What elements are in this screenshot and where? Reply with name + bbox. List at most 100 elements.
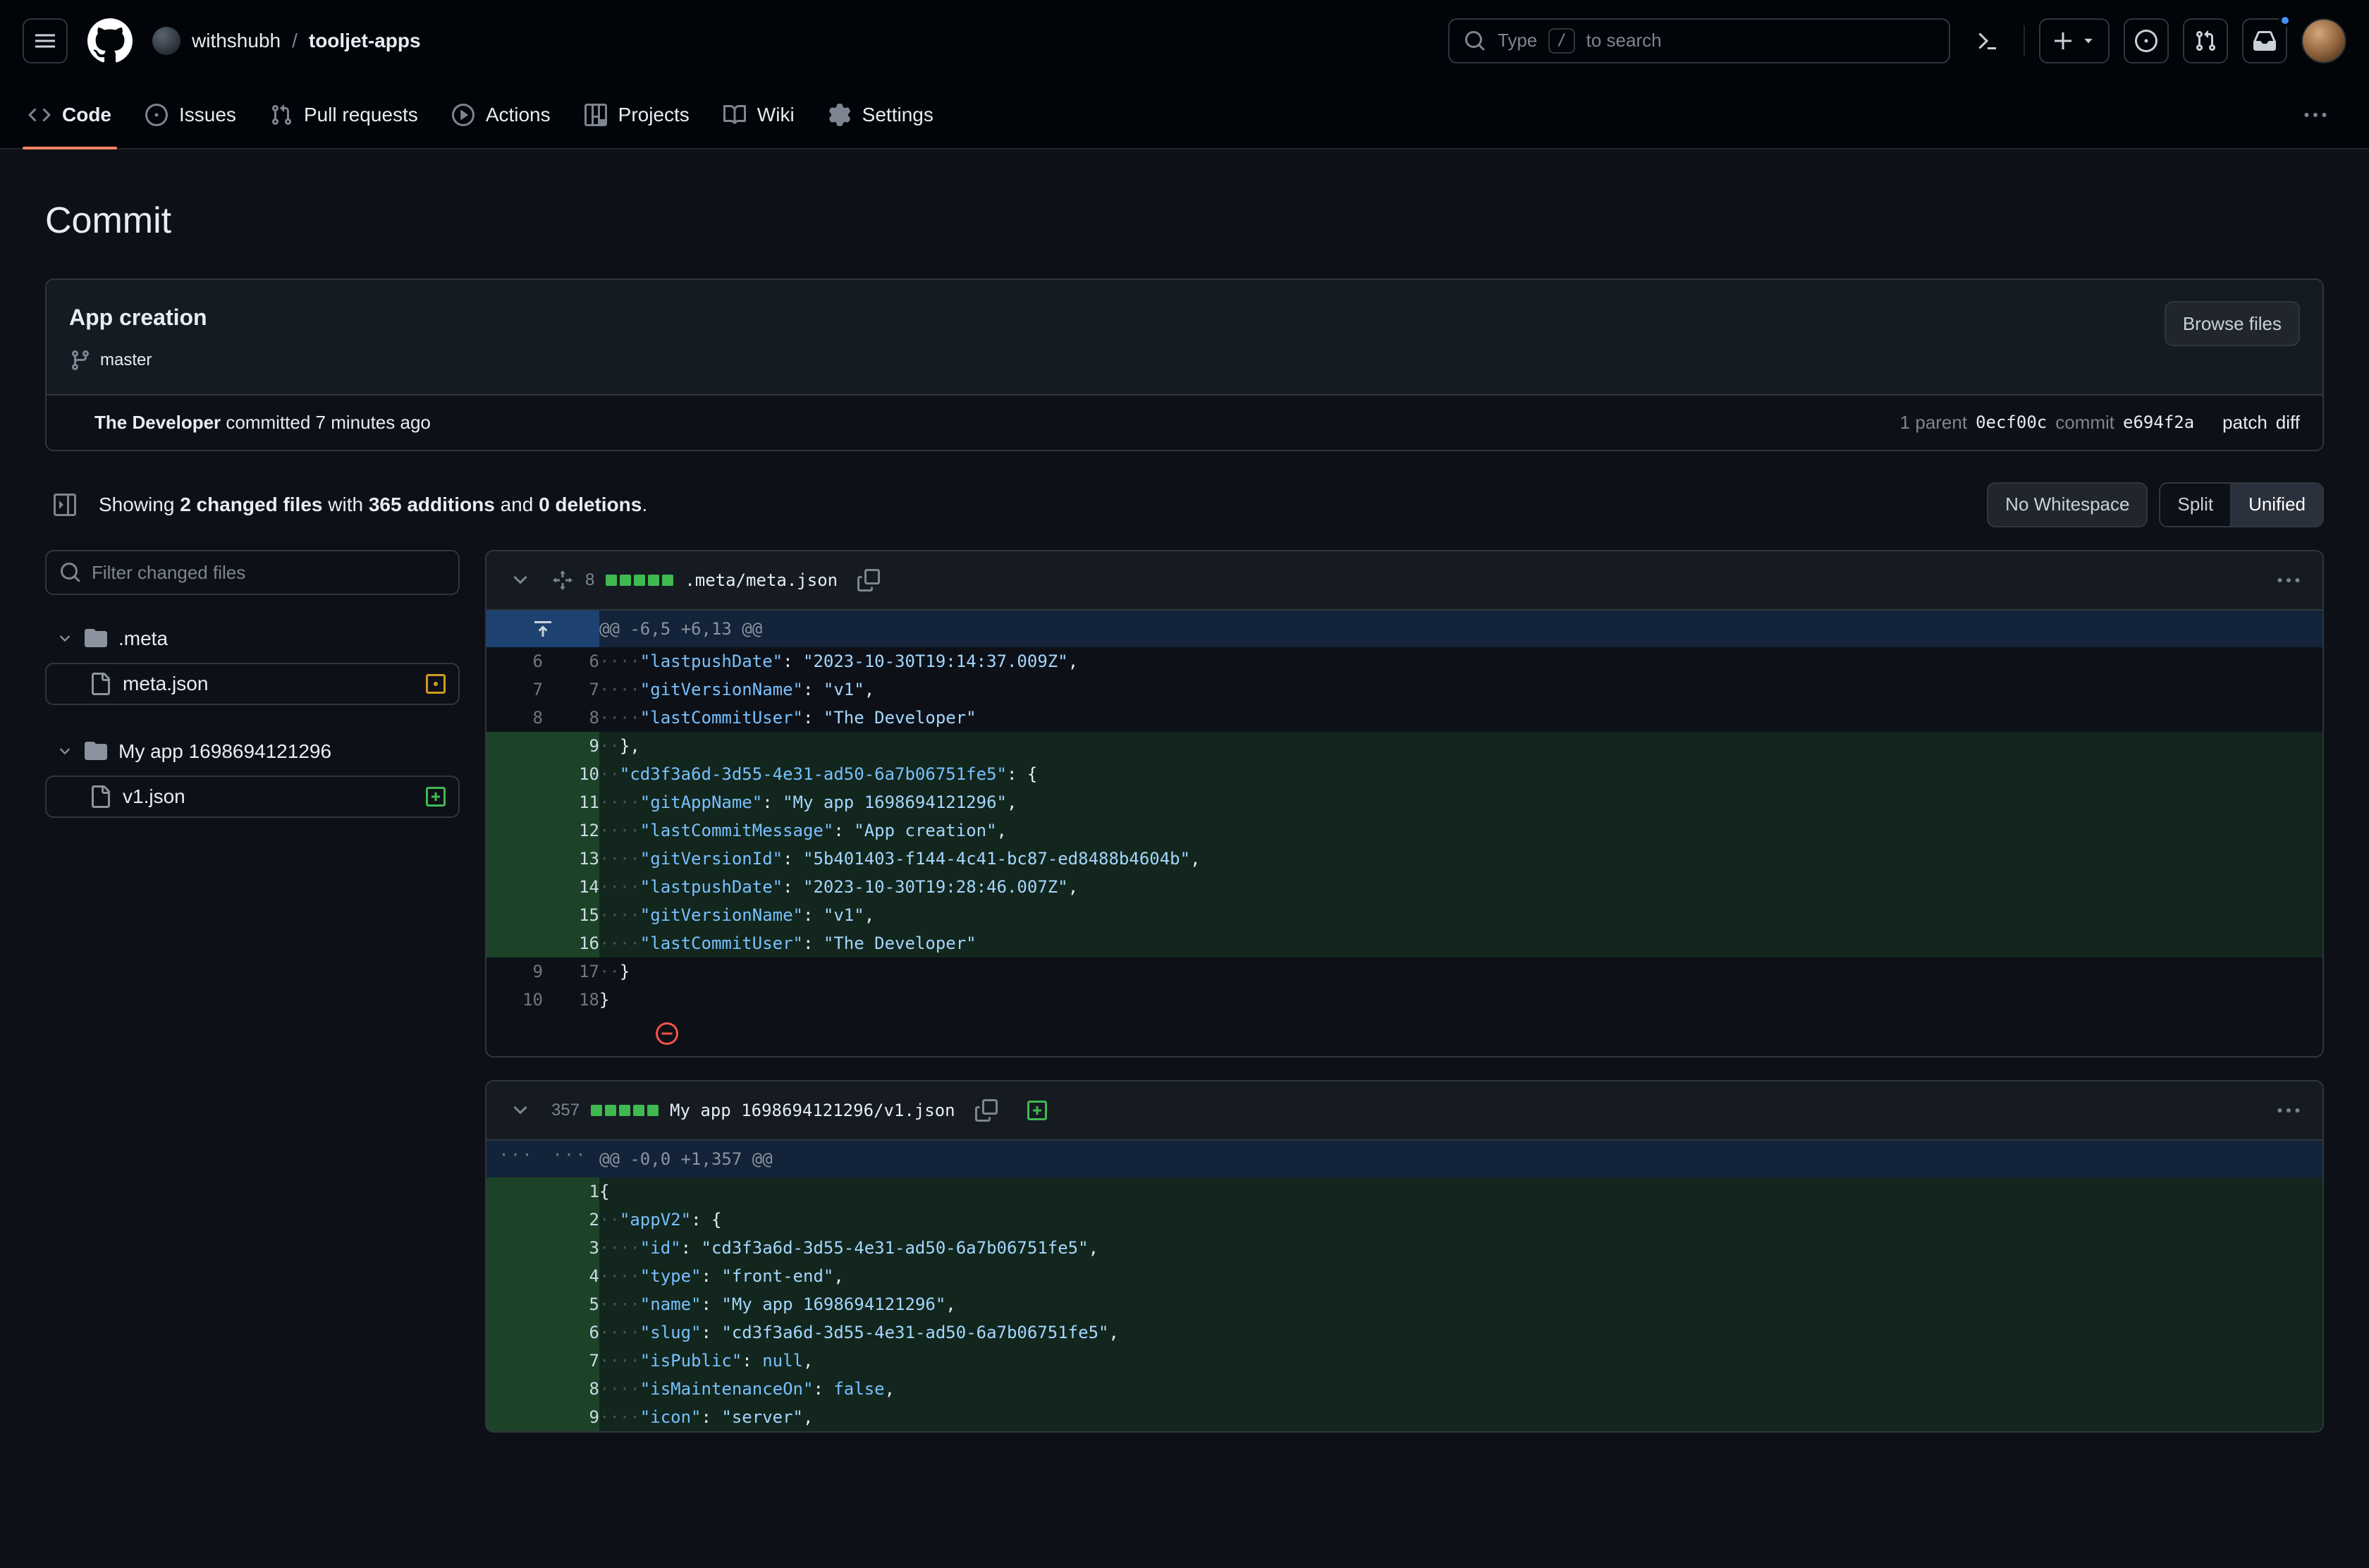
tree-file[interactable]: meta.json — [45, 663, 460, 705]
file-options-button[interactable] — [2269, 561, 2308, 600]
new-line-number[interactable]: 5 — [543, 1290, 599, 1318]
parent-sha-link[interactable]: 0ecf00c — [1976, 410, 2047, 435]
nav-overflow-button[interactable] — [2296, 95, 2335, 135]
old-line-number[interactable] — [486, 1206, 543, 1234]
old-line-number[interactable] — [486, 1375, 543, 1403]
old-line-number[interactable] — [486, 929, 543, 957]
patch-link[interactable]: patch — [2222, 410, 2267, 436]
old-line-number[interactable] — [486, 1403, 543, 1431]
filter-files-input[interactable] — [45, 550, 460, 595]
line-content: ····"slug": "cd3f3a6d-3d55-4e31-ad50-6a7… — [599, 1318, 2322, 1347]
expand-hunk-button[interactable] — [486, 611, 599, 647]
diff-link[interactable]: diff — [2276, 410, 2300, 436]
tab-projects[interactable]: Projects — [568, 82, 706, 148]
new-line-number[interactable]: 10 — [543, 760, 599, 788]
breadcrumb-owner[interactable]: withshubh — [192, 27, 281, 56]
expand-all-button[interactable] — [1017, 1091, 1057, 1130]
new-line-number[interactable]: 3 — [543, 1234, 599, 1262]
hamburger-button[interactable] — [23, 18, 68, 63]
tab-settings[interactable]: Settings — [812, 82, 950, 148]
old-line-number[interactable]: 7 — [486, 675, 543, 704]
new-line-number[interactable]: 8 — [543, 1375, 599, 1403]
github-logo[interactable] — [87, 18, 133, 63]
breadcrumb-repo[interactable]: tooljet-apps — [309, 27, 421, 56]
collapse-file-button[interactable] — [501, 1091, 540, 1130]
new-line-number[interactable]: 7 — [543, 1347, 599, 1375]
unified-view-toggle[interactable]: Unified — [2230, 484, 2322, 526]
tab-code[interactable]: Code — [11, 82, 128, 148]
old-line-number[interactable] — [486, 1234, 543, 1262]
breadcrumb: withshubh / tooljet-apps — [152, 27, 421, 56]
kebab-icon — [2304, 104, 2327, 126]
copy-path-button[interactable] — [849, 561, 888, 600]
tree-folder[interactable]: .meta — [45, 618, 460, 660]
file-icon — [89, 673, 111, 695]
tab-wiki[interactable]: Wiki — [706, 82, 812, 148]
old-line-number[interactable] — [486, 845, 543, 873]
new-line-number[interactable]: 14 — [543, 873, 599, 901]
copy-path-button[interactable] — [967, 1091, 1006, 1130]
commit-sha-link[interactable]: e694f2a — [2123, 410, 2194, 435]
new-line-number[interactable]: 17 — [543, 957, 599, 986]
file-tree-toggle-button[interactable] — [45, 485, 85, 525]
tree-folder[interactable]: My app 1698694121296 — [45, 730, 460, 773]
new-line-number[interactable]: 4 — [543, 1262, 599, 1290]
new-line-number[interactable]: 11 — [543, 788, 599, 816]
old-line-number[interactable]: 9 — [486, 957, 543, 986]
tree-file[interactable]: v1.json — [45, 776, 460, 818]
command-palette-button[interactable] — [1964, 18, 2009, 63]
old-line-number[interactable] — [486, 1318, 543, 1347]
global-search-input[interactable]: Type / to search — [1448, 18, 1950, 63]
old-line-number[interactable] — [486, 1290, 543, 1318]
diff-line: 917··} — [486, 957, 2322, 986]
diff-list: 8.meta/meta.json@@ -6,5 +6,13 @@66····"l… — [485, 550, 2324, 1455]
old-line-number[interactable] — [486, 732, 543, 760]
changed-files-summary: Showing 2 changed files with 365 additio… — [99, 491, 647, 520]
new-line-number[interactable]: 12 — [543, 816, 599, 845]
new-line-number[interactable]: 8 — [543, 704, 599, 732]
old-line-number[interactable] — [486, 873, 543, 901]
old-line-number[interactable] — [486, 1347, 543, 1375]
whitespace-button[interactable]: No Whitespace — [1987, 482, 2148, 527]
new-line-number[interactable]: 7 — [543, 675, 599, 704]
new-line-number[interactable]: 18 — [543, 986, 599, 1014]
file-name-link[interactable]: My app 1698694121296/v1.json — [670, 1098, 955, 1123]
old-line-number[interactable]: 8 — [486, 704, 543, 732]
diff-line: 14····"lastpushDate": "2023-10-30T19:28:… — [486, 873, 2322, 901]
issues-button[interactable] — [2124, 18, 2169, 63]
old-line-number[interactable]: 10 — [486, 986, 543, 1014]
line-content: ····"icon": "server", — [599, 1403, 2322, 1431]
expand-diff-icon — [1026, 1099, 1048, 1122]
old-line-number[interactable] — [486, 816, 543, 845]
old-line-number[interactable] — [486, 1177, 543, 1206]
new-line-number[interactable]: 16 — [543, 929, 599, 957]
old-line-number[interactable]: 6 — [486, 647, 543, 675]
old-line-number[interactable] — [486, 901, 543, 929]
old-line-number[interactable] — [486, 760, 543, 788]
user-avatar[interactable] — [2301, 18, 2346, 63]
new-line-number[interactable]: 6 — [543, 647, 599, 675]
commit-author[interactable]: The Developer — [94, 412, 221, 433]
branch-name[interactable]: master — [100, 348, 152, 373]
diff-line: 88····"lastCommitUser": "The Developer" — [486, 704, 2322, 732]
old-line-number[interactable] — [486, 788, 543, 816]
new-line-number[interactable]: 9 — [543, 732, 599, 760]
new-line-number[interactable]: 13 — [543, 845, 599, 873]
old-line-number[interactable] — [486, 1262, 543, 1290]
tab-pull-requests[interactable]: Pull requests — [253, 82, 435, 148]
tab-actions[interactable]: Actions — [435, 82, 568, 148]
new-line-number[interactable]: 15 — [543, 901, 599, 929]
new-line-number[interactable]: 2 — [543, 1206, 599, 1234]
new-line-number[interactable]: 1 — [543, 1177, 599, 1206]
pull-requests-button[interactable] — [2183, 18, 2228, 63]
browse-files-button[interactable]: Browse files — [2165, 301, 2300, 346]
file-name-link[interactable]: .meta/meta.json — [685, 568, 838, 593]
collapse-file-button[interactable] — [501, 561, 540, 600]
commit-author-line: The Developer committed 7 minutes ago — [94, 410, 431, 436]
file-options-button[interactable] — [2269, 1091, 2308, 1130]
split-view-toggle[interactable]: Split — [2160, 484, 2230, 526]
new-line-number[interactable]: 9 — [543, 1403, 599, 1431]
create-new-button[interactable] — [2039, 18, 2110, 63]
new-line-number[interactable]: 6 — [543, 1318, 599, 1347]
tab-issues[interactable]: Issues — [128, 82, 253, 148]
